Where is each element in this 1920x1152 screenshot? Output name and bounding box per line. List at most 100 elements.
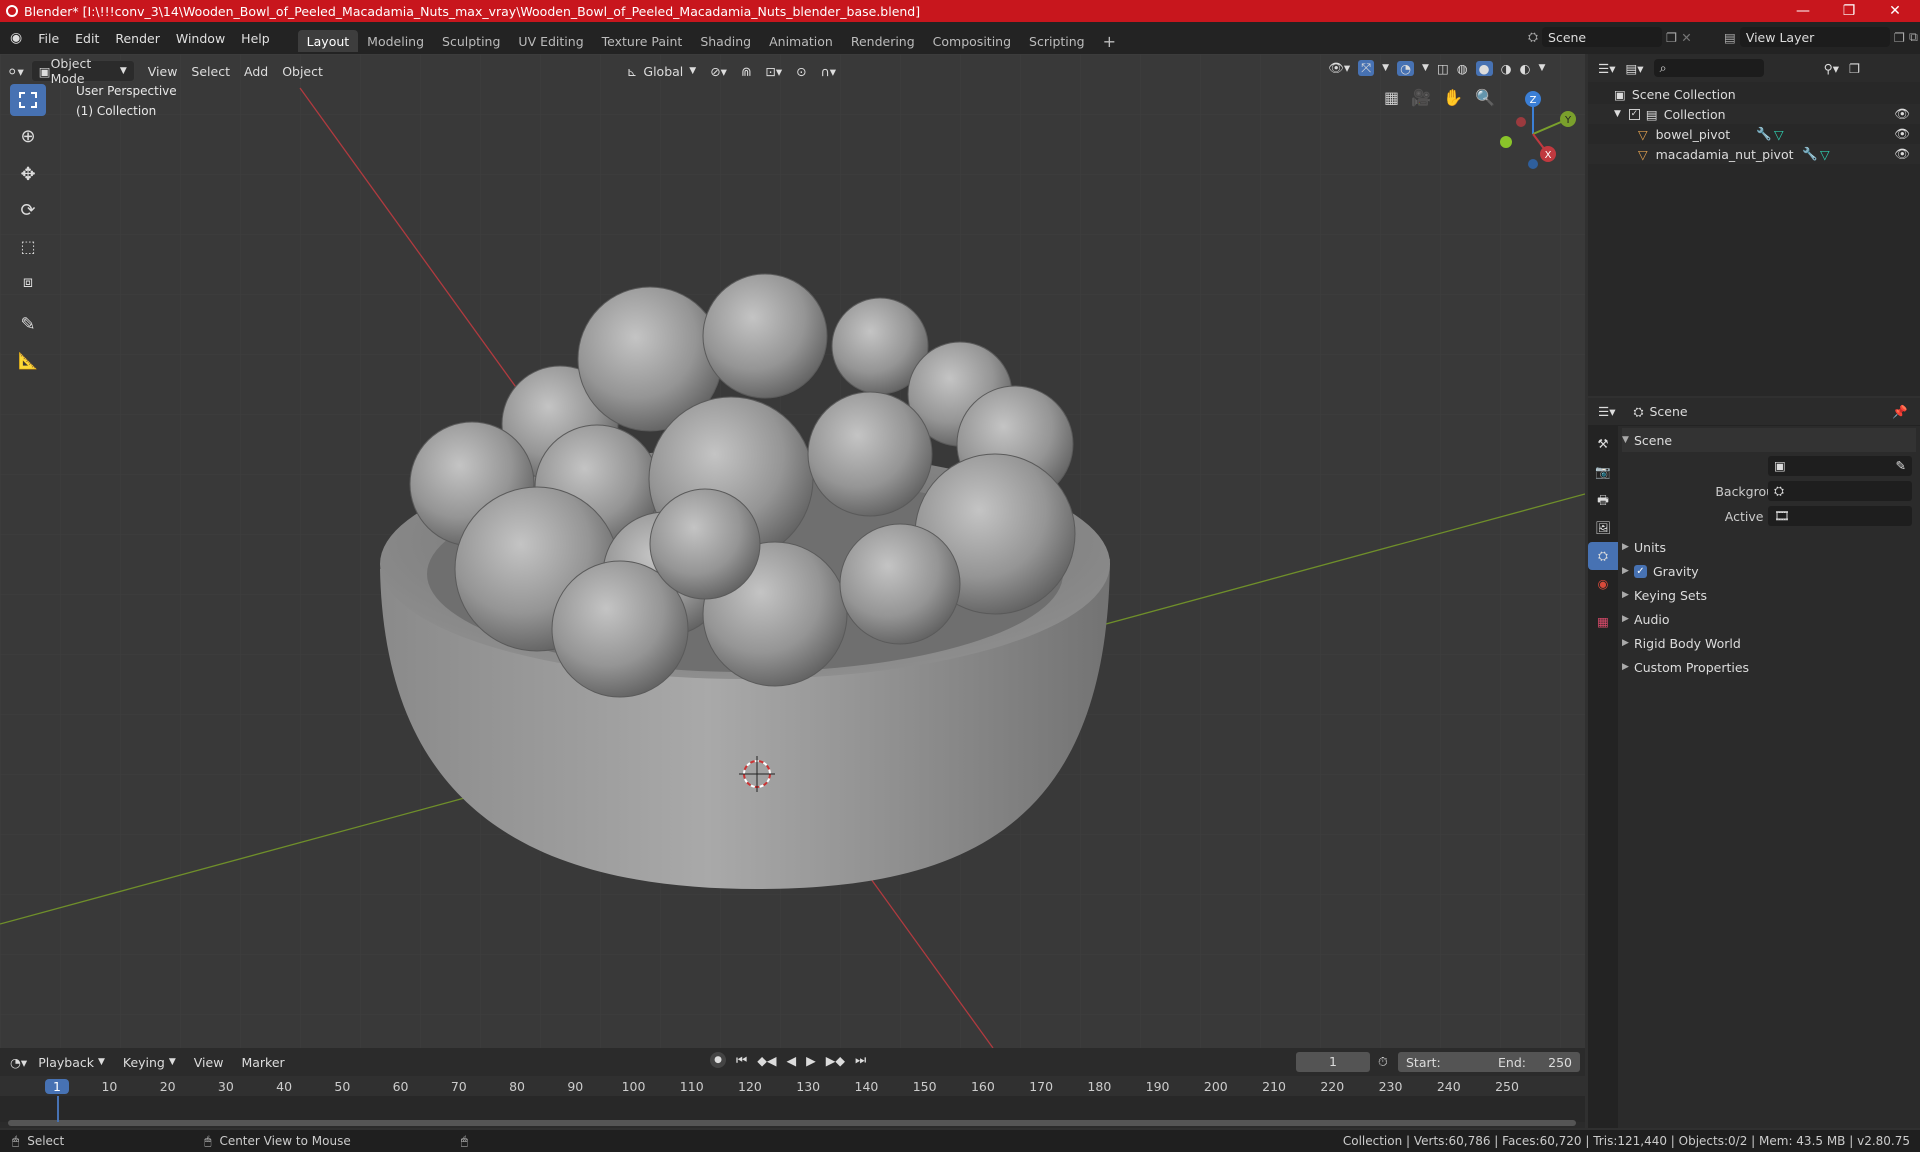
visibility-eye-icon[interactable]: 👁 bbox=[1894, 126, 1910, 142]
rendered-shading-icon[interactable]: ◐ bbox=[1520, 61, 1531, 76]
gizmo-dropdown-icon[interactable]: ▼ bbox=[1382, 63, 1389, 73]
menu-timeline-view[interactable]: View bbox=[187, 1051, 231, 1073]
pin-icon[interactable]: 📌 bbox=[1892, 404, 1908, 420]
menu-playback[interactable]: Playback ▼ bbox=[31, 1051, 112, 1073]
zoom-icon[interactable]: 🔍 bbox=[1475, 88, 1495, 107]
editor-type-button[interactable]: ⚪▾ bbox=[0, 60, 31, 82]
scene-panel-header[interactable]: ▼ Scene bbox=[1622, 428, 1916, 452]
outliner-collection[interactable]: ▼ ✓ ▤ Collection 👁 bbox=[1588, 104, 1920, 124]
rotate-tool[interactable]: ⟳ bbox=[10, 194, 46, 226]
record-icon[interactable]: ● bbox=[710, 1052, 726, 1068]
blender-menu-icon[interactable]: ◉ bbox=[10, 30, 22, 46]
play-icon[interactable]: ▶ bbox=[806, 1053, 816, 1068]
current-frame-field[interactable]: 1 bbox=[1296, 1052, 1370, 1072]
properties-editor-icon[interactable]: ☰▾ bbox=[1598, 404, 1615, 419]
tab-scripting[interactable]: Scripting bbox=[1020, 30, 1094, 52]
display-mode-icon[interactable]: ▤▾ bbox=[1625, 61, 1643, 76]
rigid-body-world-panel[interactable]: ▶ Rigid Body World bbox=[1622, 631, 1916, 655]
output-tab-icon[interactable]: 🖶 bbox=[1588, 486, 1618, 514]
mesh-data-icon[interactable]: ▽ bbox=[1774, 127, 1784, 142]
gizmo-toggle-icon[interactable]: ⤧ bbox=[1358, 60, 1375, 76]
select-box-tool[interactable] bbox=[10, 84, 46, 116]
add-workspace-button[interactable]: + bbox=[1094, 30, 1125, 52]
filter-icon[interactable]: ⚲▾ bbox=[1824, 61, 1839, 76]
gizmo-neg-z-handle[interactable] bbox=[1528, 159, 1538, 169]
menu-add[interactable]: Add bbox=[237, 60, 275, 82]
visibility-eye-icon[interactable]: 👁 bbox=[1894, 106, 1910, 122]
view-layer-field[interactable]: View Layer bbox=[1739, 27, 1890, 47]
tab-compositing[interactable]: Compositing bbox=[924, 30, 1020, 52]
modifier-wrench-icon[interactable]: 🔧 bbox=[1756, 126, 1772, 142]
solid-shading-icon[interactable]: ● bbox=[1475, 60, 1493, 76]
3d-viewport[interactable]: ⚪▾ ▣ Object Mode ▼ View Select Add Objec… bbox=[0, 54, 1585, 1048]
modifier-wrench-icon[interactable]: 🔧 bbox=[1802, 146, 1818, 162]
jump-end-icon[interactable]: ⏭ bbox=[855, 1052, 866, 1068]
tab-layout[interactable]: Layout bbox=[297, 30, 359, 52]
outliner-scene-collection[interactable]: ▣ Scene Collection bbox=[1588, 84, 1920, 104]
timeline-scrollbar[interactable] bbox=[8, 1120, 1576, 1126]
wireframe-shading-icon[interactable]: ◍ bbox=[1457, 61, 1468, 76]
tool-tab-icon[interactable]: ⚒ bbox=[1588, 430, 1618, 458]
menu-keying[interactable]: Keying ▼ bbox=[116, 1051, 183, 1073]
cursor-tool[interactable]: ⊕ bbox=[10, 120, 46, 152]
tab-modeling[interactable]: Modeling bbox=[358, 30, 433, 52]
material-shading-icon[interactable]: ◑ bbox=[1501, 61, 1512, 76]
view-layer-tab-icon[interactable]: 🖼 bbox=[1588, 514, 1618, 542]
scene-field[interactable]: Scene bbox=[1542, 27, 1663, 47]
menu-edit[interactable]: Edit bbox=[67, 31, 107, 46]
tab-shading[interactable]: Shading bbox=[691, 30, 760, 52]
prev-keyframe-icon[interactable]: ◆◀ bbox=[757, 1053, 776, 1068]
snap-settings-button[interactable]: ⊡▾ bbox=[758, 60, 789, 82]
new-scene-icon[interactable]: ❐ bbox=[1666, 30, 1677, 45]
menu-render[interactable]: Render bbox=[107, 31, 168, 46]
transform-tool[interactable]: ⧈ bbox=[10, 266, 46, 298]
menu-help[interactable]: Help bbox=[233, 31, 278, 46]
tab-texture-paint[interactable]: Texture Paint bbox=[593, 30, 692, 52]
menu-marker[interactable]: Marker bbox=[234, 1051, 291, 1073]
gizmo-neg-x-handle[interactable] bbox=[1516, 117, 1526, 127]
tab-animation[interactable]: Animation bbox=[760, 30, 842, 52]
maximize-button[interactable]: ❐ bbox=[1826, 0, 1872, 22]
outliner-search-input[interactable]: ⌕ bbox=[1653, 59, 1764, 77]
menu-select[interactable]: Select bbox=[184, 60, 237, 82]
frame-ruler[interactable]: 1 10 20 30 40 50 60 70 80 90 100 110 120 130 140 150 160… bbox=[0, 1076, 1585, 1096]
end-frame-field[interactable]: End: 250 bbox=[1490, 1052, 1580, 1072]
measure-tool[interactable]: 📐 bbox=[10, 344, 46, 376]
orientation-dropdown[interactable]: ⊾ Global ▼ bbox=[620, 60, 703, 82]
xray-toggle-icon[interactable]: ◫ bbox=[1437, 61, 1449, 76]
jump-start-icon[interactable]: ⏮ bbox=[736, 1052, 747, 1068]
navigation-gizmo[interactable]: Z Y X bbox=[1488, 84, 1578, 174]
pivot-point-button[interactable]: ⊘▾ bbox=[703, 60, 734, 82]
gizmo-neg-y-handle[interactable] bbox=[1500, 136, 1512, 148]
active-movie-clip-field[interactable]: 🎞 bbox=[1768, 506, 1912, 526]
texture-tab-icon[interactable]: ▦ bbox=[1588, 608, 1618, 636]
grid-view-icon[interactable]: ▦ bbox=[1384, 88, 1399, 107]
visibility-icon[interactable]: 👁▾ bbox=[1328, 60, 1350, 76]
minimize-button[interactable]: — bbox=[1780, 0, 1826, 22]
gravity-panel[interactable]: ▶ ✓ Gravity bbox=[1622, 559, 1916, 583]
timeline-track[interactable] bbox=[0, 1096, 1585, 1122]
keying-sets-panel[interactable]: ▶ Keying Sets bbox=[1622, 583, 1916, 607]
falloff-button[interactable]: ∩▾ bbox=[814, 60, 843, 82]
next-keyframe-icon[interactable]: ▶◆ bbox=[826, 1053, 845, 1068]
mode-dropdown[interactable]: ▣ Object Mode ▼ bbox=[30, 56, 135, 86]
remove-view-layer-icon[interactable]: ⧉ bbox=[1909, 29, 1918, 45]
custom-properties-panel[interactable]: ▶ Custom Properties bbox=[1622, 655, 1916, 679]
eyedropper-icon[interactable]: ✎ bbox=[1896, 458, 1906, 473]
overlay-toggle-icon[interactable]: ◔ bbox=[1397, 60, 1415, 76]
camera-field[interactable]: ▣ ✎ bbox=[1768, 456, 1912, 476]
timeline-editor-icon[interactable]: ◔▾ bbox=[10, 1055, 27, 1070]
snap-toggle[interactable]: ⋒ bbox=[734, 60, 758, 82]
render-tab-icon[interactable]: 📷 bbox=[1588, 458, 1618, 486]
mesh-data-icon[interactable]: ▽ bbox=[1820, 147, 1830, 162]
tab-uv-editing[interactable]: UV Editing bbox=[509, 30, 592, 52]
shading-dropdown-icon[interactable]: ▼ bbox=[1538, 63, 1545, 73]
expand-arrow-icon[interactable]: ▼ bbox=[1614, 109, 1621, 119]
background-scene-field[interactable]: ⛭ bbox=[1768, 481, 1912, 501]
visibility-eye-icon[interactable]: 👁 bbox=[1894, 146, 1910, 162]
units-panel[interactable]: ▶ Units bbox=[1622, 535, 1916, 559]
tab-rendering[interactable]: Rendering bbox=[842, 30, 924, 52]
play-reverse-icon[interactable]: ◀ bbox=[787, 1053, 797, 1068]
menu-view[interactable]: View bbox=[141, 60, 185, 82]
annotate-tool[interactable]: ✎ bbox=[10, 308, 46, 340]
